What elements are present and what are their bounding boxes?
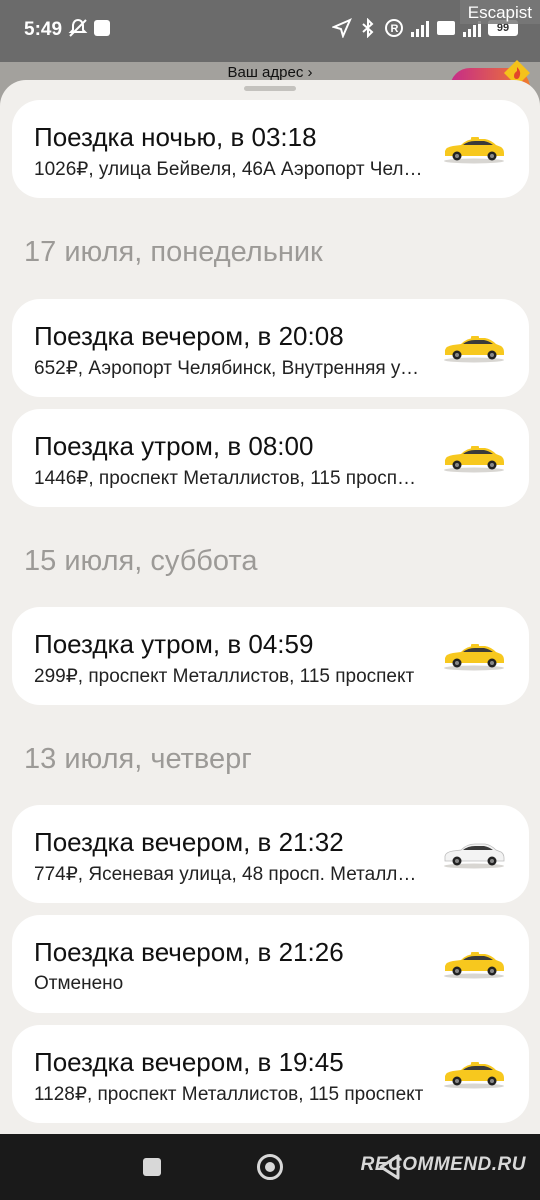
notification-square-icon — [94, 20, 110, 36]
address-label: Ваш адрес — [227, 64, 304, 81]
trip-card[interactable]: Поездка вечером, в 21:32 774₽, Ясеневая … — [12, 805, 529, 903]
yellow-taxi-car-icon — [441, 443, 507, 473]
yellow-taxi-car-icon — [441, 134, 507, 164]
yellow-taxi-car-icon — [441, 333, 507, 363]
location-arrow-icon — [332, 18, 352, 38]
trip-subtitle: 1446₽, проспект Металлистов, 115 проспек… — [34, 468, 424, 489]
bell-off-icon — [68, 18, 88, 37]
trip-subtitle: 299₽, проспект Металлистов, 115 проспект — [34, 666, 415, 687]
watermark-bottom: RECOMMEND.RU — [360, 1154, 526, 1175]
trip-subtitle: 652₽, Аэропорт Челябинск, Внутренняя ули… — [34, 358, 424, 379]
yellow-taxi-car-icon — [441, 641, 507, 671]
trip-title: Поездка вечером, в 20:08 — [34, 321, 344, 351]
trip-card[interactable]: Поездка ночью, в 03:18 1026₽, улица Бейв… — [12, 100, 529, 198]
trip-card[interactable]: Поездка утром, в 04:59 299₽, проспект Ме… — [12, 607, 529, 705]
screen: 5:49 R 99 Escapist Ваш адрес › Поездка н… — [0, 0, 540, 1200]
trip-card[interactable]: Поездка вечером, в 21:26 Отменено — [12, 915, 529, 1013]
white-car-icon — [441, 839, 507, 869]
trip-title: Поездка вечером, в 21:32 — [34, 827, 344, 857]
date-header: 13 июля, четверг — [24, 743, 252, 775]
status-left-icons — [68, 18, 110, 38]
trip-title: Поездка утром, в 08:00 — [34, 431, 314, 461]
trip-status-cancelled: Отменено — [34, 973, 124, 994]
trip-card[interactable]: Поездка вечером, в 19:45 1128₽, проспект… — [12, 1025, 529, 1123]
status-time: 5:49 — [24, 19, 63, 40]
trip-title: Поездка вечером, в 21:26 — [34, 937, 344, 967]
registered-icon: R — [385, 19, 403, 37]
date-header: 17 июля, понедельник — [24, 236, 323, 268]
watermark-top: Escapist — [459, 0, 540, 24]
trip-title: Поездка утром, в 04:59 — [34, 629, 314, 659]
date-header: 15 июля, суббота — [24, 545, 258, 577]
trip-card[interactable]: Поездка вечером, в 20:08 652₽, Аэропорт … — [12, 299, 529, 397]
yellow-taxi-car-icon — [441, 949, 507, 979]
trip-subtitle: 774₽, Ясеневая улица, 48 просп. Металлис… — [34, 864, 424, 885]
trip-subtitle: 1128₽, проспект Металлистов, 115 проспек… — [34, 1084, 424, 1105]
yellow-taxi-car-icon — [441, 1059, 507, 1089]
svg-text:R: R — [391, 23, 399, 35]
trip-subtitle: 1026₽, улица Бейвеля, 46А Аэропорт Челяб… — [34, 159, 424, 180]
volte-icon — [437, 21, 455, 35]
trip-title: Поездка вечером, в 19:45 — [34, 1047, 344, 1077]
recents-button[interactable] — [143, 1158, 161, 1176]
chevron-right-icon: › — [307, 64, 313, 81]
trip-title: Поездка ночью, в 03:18 — [34, 122, 317, 152]
signal-icon — [411, 21, 429, 37]
home-button[interactable] — [257, 1154, 283, 1180]
bluetooth-icon — [362, 18, 374, 38]
sheet-grabber[interactable] — [244, 86, 296, 91]
trips-sheet: Поездка ночью, в 03:18 1026₽, улица Бейв… — [0, 80, 540, 1134]
trip-card[interactable]: Поездка утром, в 08:00 1446₽, проспект М… — [12, 409, 529, 507]
system-nav-bar: RECOMMEND.RU — [0, 1134, 540, 1200]
status-bar: 5:49 R 99 Escapist — [0, 0, 540, 62]
